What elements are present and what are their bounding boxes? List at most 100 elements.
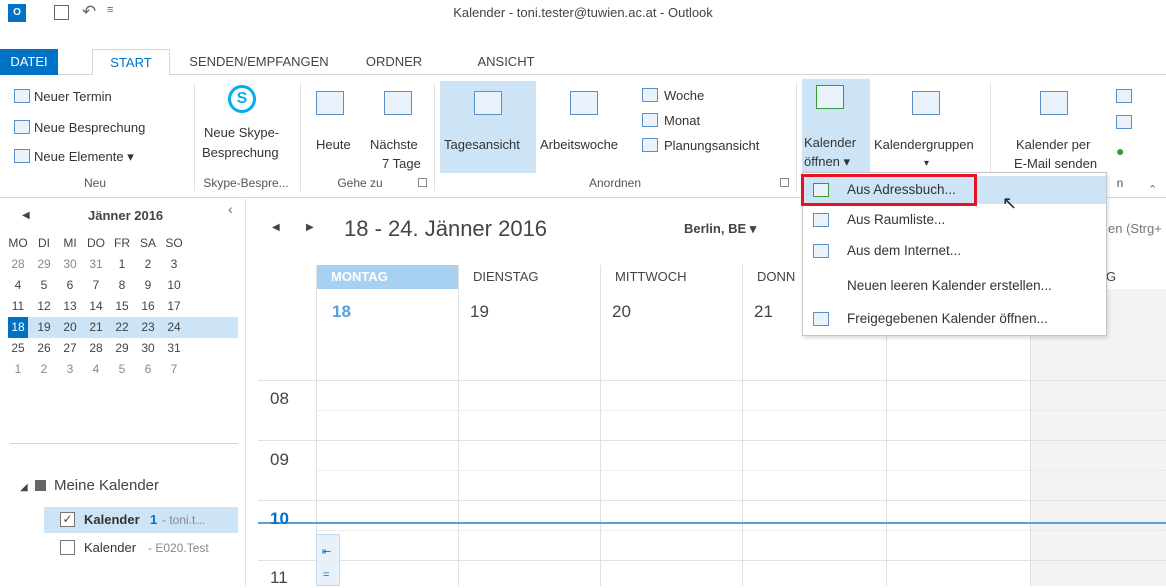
kalender-oeffnen-button[interactable]: Kalender öffnen ▾: [802, 79, 870, 173]
day-header-monday[interactable]: MONTAG: [316, 265, 458, 289]
prev-week-icon[interactable]: ◀: [272, 222, 280, 233]
tab-senden-empfangen[interactable]: SENDEN/EMPFANGEN: [184, 49, 334, 75]
calendar-item-2[interactable]: Kalender - E020.Test: [44, 535, 238, 561]
expand-triangle-icon: ◢: [20, 482, 28, 493]
checkbox-unchecked[interactable]: [60, 540, 75, 555]
collapse-ribbon-icon[interactable]: ⌃: [1148, 183, 1157, 196]
minical-day[interactable]: 7: [86, 275, 106, 296]
menu-item-neuen-leeren-kalender[interactable]: Neuen leeren Kalender erstellen...: [803, 272, 1106, 300]
tagesansicht-label: Tagesansicht: [444, 137, 520, 152]
minical-day[interactable]: 8: [112, 275, 132, 296]
weather-location-dropdown[interactable]: Berlin, BE ▾: [684, 221, 756, 237]
neue-skype-besprechung-button[interactable]: S Neue Skype- Besprechung: [198, 81, 294, 173]
minical-day[interactable]: 10: [164, 275, 184, 296]
minical-day[interactable]: 17: [164, 296, 184, 317]
day-header-tuesday[interactable]: DIENSTAG: [458, 265, 600, 289]
minical-day[interactable]: 4: [86, 359, 106, 380]
separator: [300, 83, 301, 191]
minical-day[interactable]: 30: [60, 254, 80, 275]
minical-day[interactable]: 6: [138, 359, 158, 380]
minical-day[interactable]: 2: [138, 254, 158, 275]
kalendergruppen-button[interactable]: Kalendergruppen ▾: [872, 81, 980, 173]
tab-start[interactable]: START: [92, 49, 170, 76]
day-header-wednesday[interactable]: MITTWOCH: [600, 265, 742, 289]
my-calendars-group[interactable]: ◢ Meine Kalender: [20, 477, 159, 494]
minical-day[interactable]: 20: [60, 317, 80, 338]
tab-datei[interactable]: DATEI: [0, 49, 58, 75]
minical-day[interactable]: 7: [164, 359, 184, 380]
minical-day[interactable]: 3: [164, 254, 184, 275]
minical-day[interactable]: 18: [8, 317, 28, 338]
minical-day[interactable]: 27: [60, 338, 80, 359]
heute-button[interactable]: Heute: [310, 81, 360, 173]
minical-day[interactable]: 31: [86, 254, 106, 275]
group-icon: [35, 480, 47, 491]
share-calendar-icon[interactable]: [1116, 89, 1132, 103]
minical-day[interactable]: 25: [8, 338, 28, 359]
scroll-marker-icon: =: [323, 569, 330, 581]
minical-day[interactable]: 29: [34, 254, 54, 275]
minical-day[interactable]: 3: [60, 359, 80, 380]
minical-day[interactable]: 1: [8, 359, 28, 380]
tab-ordner[interactable]: ORDNER: [344, 49, 444, 75]
previous-appointment-tab[interactable]: ⇤ =: [316, 534, 340, 586]
prev-month-icon[interactable]: ◀: [22, 210, 30, 221]
arbeitswoche-label: Arbeitswoche: [540, 137, 619, 152]
tab-ansicht[interactable]: ANSICHT: [456, 49, 556, 75]
weekday-label: DO: [87, 236, 105, 250]
minical-day[interactable]: 11: [8, 296, 28, 317]
minical-day[interactable]: 14: [86, 296, 106, 317]
permissions-icon[interactable]: ●: [1116, 143, 1134, 159]
neuer-termin-label: Neuer Termin: [34, 89, 112, 104]
menu-item-aus-adressbuch[interactable]: Aus Adressbuch...: [801, 174, 977, 206]
minical-day[interactable]: 13: [60, 296, 80, 317]
day-header-thursday[interactable]: DONN: [742, 265, 802, 289]
minical-day[interactable]: 5: [112, 359, 132, 380]
menu-item-aus-raumliste[interactable]: Aus Raumliste...: [803, 206, 1106, 234]
minical-day[interactable]: 4: [8, 275, 28, 296]
collapse-pane-icon[interactable]: ‹: [228, 201, 233, 217]
weekday-label: SA: [139, 236, 156, 250]
day-header-partial[interactable]: G: [1100, 265, 1166, 289]
calendar-name: Kalender: [84, 540, 137, 555]
hour-label-current: 10: [270, 509, 289, 528]
minical-day[interactable]: 26: [34, 338, 54, 359]
minical-day[interactable]: 2: [34, 359, 54, 380]
minical-day[interactable]: 24: [164, 317, 184, 338]
menu-item-freigegebenen-kalender[interactable]: Freigegebenen Kalender öffnen...: [803, 305, 1106, 333]
dialog-launcher-icon[interactable]: [418, 178, 427, 187]
minical-day[interactable]: 22: [112, 317, 132, 338]
next-week-icon[interactable]: ▶: [306, 222, 314, 233]
weekday-label: DI: [38, 236, 50, 250]
minical-day[interactable]: 29: [112, 338, 132, 359]
minical-day[interactable]: 15: [112, 296, 132, 317]
minical-day[interactable]: 28: [86, 338, 106, 359]
search-input[interactable]: en (Strg+: [1108, 221, 1166, 236]
calendar-item-1[interactable]: ✓ Kalender 1 - toni.t...: [44, 507, 238, 533]
navigation-pane: ◀ Jänner 2016 ‹ MO DI MI DO FR SA SO 28 29 30 31 1 2…: [0, 199, 246, 586]
minical-day[interactable]: 6: [60, 275, 80, 296]
minical-day[interactable]: 19: [34, 317, 54, 338]
menu-item-aus-dem-internet[interactable]: Aus dem Internet...: [803, 237, 1106, 265]
hour-label: 11: [270, 568, 288, 587]
minical-day[interactable]: 28: [8, 254, 28, 275]
checkbox-checked[interactable]: ✓: [60, 512, 75, 527]
tagesansicht-button[interactable]: Tagesansicht: [440, 81, 536, 173]
naechste-7-tage-button[interactable]: Nächste 7 Tage: [364, 81, 430, 173]
minical-day[interactable]: 16: [138, 296, 158, 317]
minical-day[interactable]: 9: [138, 275, 158, 296]
dialog-launcher-icon[interactable]: [780, 178, 789, 187]
menu-item-label: Aus dem Internet...: [847, 243, 962, 258]
minical-day[interactable]: 30: [138, 338, 158, 359]
minical-day[interactable]: 5: [34, 275, 54, 296]
minical-day[interactable]: 12: [34, 296, 54, 317]
minical-day[interactable]: 31: [164, 338, 184, 359]
minical-day[interactable]: 1: [112, 254, 132, 275]
hour-label: 08: [270, 389, 289, 408]
minical-day[interactable]: 23: [138, 317, 158, 338]
arbeitswoche-button[interactable]: Arbeitswoche: [538, 81, 632, 173]
kalender-per-email-button[interactable]: Kalender per E-Mail senden: [1010, 81, 1106, 173]
menu-item-label: Freigegebenen Kalender öffnen...: [847, 311, 1048, 326]
publish-online-icon[interactable]: [1116, 115, 1132, 129]
minical-day[interactable]: 21: [86, 317, 106, 338]
